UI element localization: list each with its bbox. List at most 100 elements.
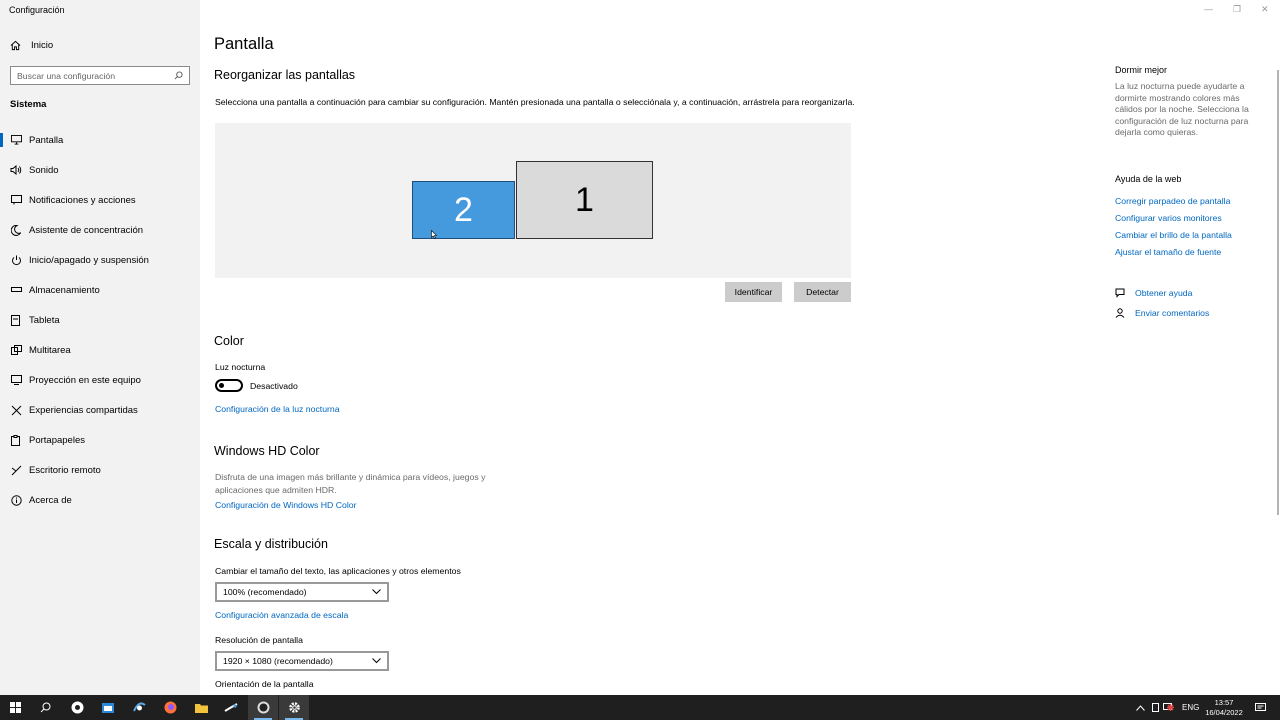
home-nav[interactable]: Inicio bbox=[10, 40, 53, 51]
text-size-dropdown[interactable]: 100% (recomendado) bbox=[215, 582, 389, 602]
section-label-sistema: Sistema bbox=[10, 99, 47, 110]
hdr-description: Disfruta de una imagen más brillante y d… bbox=[215, 472, 486, 495]
help-link-flicker[interactable]: Corregir parpadeo de pantalla bbox=[1115, 196, 1230, 206]
display-arrangement-area[interactable]: 2 1 bbox=[215, 123, 851, 278]
monitor-2[interactable]: 2 bbox=[412, 181, 515, 239]
feedback-link[interactable]: Enviar comentarios bbox=[1115, 308, 1209, 318]
tablet-icon bbox=[10, 314, 22, 326]
app-window-icon bbox=[102, 702, 114, 713]
sidebar-item-label: Pantalla bbox=[29, 134, 64, 146]
text-size-value: 100% (recomendado) bbox=[223, 587, 307, 597]
notification-icon bbox=[10, 194, 22, 206]
taskbar-app-blue[interactable] bbox=[93, 695, 123, 720]
get-help-label: Obtener ayuda bbox=[1135, 288, 1193, 298]
resolution-label: Resolución de pantalla bbox=[215, 635, 303, 645]
shared-icon bbox=[10, 404, 22, 416]
hdr-heading: Windows HD Color bbox=[214, 444, 320, 458]
tray-app-red-icon[interactable] bbox=[1166, 695, 1175, 720]
taskbar: ENG 13:57 16/04/2022 bbox=[0, 695, 1280, 720]
search-icon bbox=[40, 702, 50, 713]
sidebar-item-notificaciones[interactable]: Notificaciones y acciones bbox=[0, 185, 200, 215]
sidebar-item-inicio-apagado[interactable]: Inicio/apagado y suspensión bbox=[0, 245, 200, 275]
home-label: Inicio bbox=[31, 40, 54, 51]
color-heading: Color bbox=[214, 334, 244, 348]
sidebar-item-pantalla[interactable]: Pantalla bbox=[0, 125, 200, 155]
help-link-monitors[interactable]: Configurar varios monitores bbox=[1115, 213, 1222, 223]
rearrange-heading: Reorganizar las pantallas bbox=[214, 68, 356, 82]
night-light-label: Luz nocturna bbox=[215, 362, 266, 372]
action-center-icon[interactable] bbox=[1255, 695, 1266, 720]
multitask-icon bbox=[10, 344, 22, 356]
tray-language[interactable]: ENG bbox=[1182, 695, 1199, 720]
remote-desktop-icon bbox=[10, 464, 22, 476]
sidebar-item-multitarea[interactable]: Multitarea bbox=[0, 335, 200, 365]
sidebar-item-label: Experiencias compartidas bbox=[29, 404, 138, 416]
sidebar-item-label: Multitarea bbox=[29, 344, 71, 356]
sidebar-item-almacenamiento[interactable]: Almacenamiento bbox=[0, 275, 200, 305]
sidebar-item-label: Almacenamiento bbox=[29, 284, 100, 296]
sidebar-item-tableta[interactable]: Tableta bbox=[0, 305, 200, 335]
search-box[interactable] bbox=[10, 66, 190, 85]
chrome-icon bbox=[71, 701, 83, 714]
scale-heading: Escala y distribución bbox=[214, 537, 328, 551]
night-light-state: Desactivado bbox=[250, 381, 298, 391]
restore-button[interactable]: ❐ bbox=[1233, 4, 1241, 15]
resolution-dropdown[interactable]: 1920 × 1080 (recomendado) bbox=[215, 651, 389, 671]
storage-icon bbox=[10, 284, 22, 296]
sidebar-item-asistente-concentracion[interactable]: Asistente de concentración bbox=[0, 215, 200, 245]
clock-time: 13:57 bbox=[1214, 698, 1234, 707]
taskbar-search-button[interactable] bbox=[30, 695, 60, 720]
sidebar-item-label: Acerca de bbox=[29, 494, 72, 506]
taskbar-firefox[interactable] bbox=[155, 695, 185, 720]
folder-icon bbox=[194, 703, 208, 713]
night-light-toggle[interactable] bbox=[215, 379, 243, 392]
chevron-down-icon bbox=[372, 658, 381, 664]
sidebar-item-escritorio-remoto[interactable]: Escritorio remoto bbox=[0, 455, 200, 485]
scrollbar[interactable] bbox=[1277, 70, 1279, 515]
search-icon[interactable] bbox=[174, 71, 183, 80]
detect-button[interactable]: Detectar bbox=[794, 282, 851, 302]
gear-icon bbox=[288, 702, 300, 713]
sidebar-item-label: Proyección en este equipo bbox=[29, 374, 141, 386]
help-link-font-size[interactable]: Ajustar el tamaño de fuente bbox=[1115, 247, 1221, 257]
search-input[interactable] bbox=[17, 70, 167, 81]
tray-device-icon[interactable] bbox=[1152, 695, 1160, 720]
rearrange-description: Selecciona una pantalla a continuación p… bbox=[215, 97, 855, 107]
wave-app-icon bbox=[132, 702, 146, 712]
taskbar-settings[interactable] bbox=[279, 695, 309, 720]
taskbar-clock[interactable]: 13:57 16/04/2022 bbox=[1200, 698, 1248, 718]
sidebar-item-label: Notificaciones y acciones bbox=[29, 194, 136, 206]
clock-date: 16/04/2022 bbox=[1205, 708, 1243, 717]
sidebar-item-experiencias[interactable]: Experiencias compartidas bbox=[0, 395, 200, 425]
minimize-button[interactable]: — bbox=[1204, 4, 1213, 14]
taskbar-obs[interactable] bbox=[248, 695, 278, 720]
start-button[interactable] bbox=[0, 695, 30, 720]
feedback-label: Enviar comentarios bbox=[1135, 308, 1210, 318]
sidebar-item-proyeccion[interactable]: Proyección en este equipo bbox=[0, 365, 200, 395]
taskbar-steam[interactable] bbox=[216, 695, 246, 720]
monitor-icon bbox=[10, 134, 22, 146]
sidebar-item-label: Portapapeles bbox=[29, 434, 85, 446]
taskbar-app-wave[interactable] bbox=[124, 695, 154, 720]
identify-button[interactable]: Identificar bbox=[725, 282, 782, 302]
monitor-1[interactable]: 1 bbox=[516, 161, 653, 239]
sleep-heading: Dormir mejor bbox=[1115, 65, 1168, 75]
advanced-scale-link[interactable]: Configuración avanzada de escala bbox=[215, 610, 348, 620]
hdr-settings-link[interactable]: Configuración de Windows HD Color bbox=[215, 500, 356, 510]
app-title: Configuración bbox=[9, 5, 65, 15]
close-button[interactable]: ✕ bbox=[1261, 4, 1269, 15]
taskbar-explorer[interactable] bbox=[186, 695, 216, 720]
sidebar-item-label: Asistente de concentración bbox=[29, 224, 144, 236]
sidebar-item-portapapeles[interactable]: Portapapeles bbox=[0, 425, 200, 455]
steam-icon bbox=[224, 702, 238, 712]
get-help-link[interactable]: Obtener ayuda bbox=[1115, 288, 1192, 298]
sleep-text: La luz nocturna puede ayudarte a dormirt… bbox=[1115, 81, 1249, 137]
taskbar-chrome[interactable] bbox=[62, 695, 92, 720]
night-light-settings-link[interactable]: Configuración de la luz nocturna bbox=[215, 404, 340, 414]
mouse-cursor-icon bbox=[431, 230, 437, 239]
help-link-brightness[interactable]: Cambiar el brillo de la pantalla bbox=[1115, 230, 1232, 240]
sidebar-item-acerca-de[interactable]: Acerca de bbox=[0, 485, 200, 515]
obs-icon bbox=[257, 701, 269, 714]
sidebar-item-sonido[interactable]: Sonido bbox=[0, 155, 200, 185]
tray-chevron-up-icon[interactable] bbox=[1136, 695, 1145, 720]
